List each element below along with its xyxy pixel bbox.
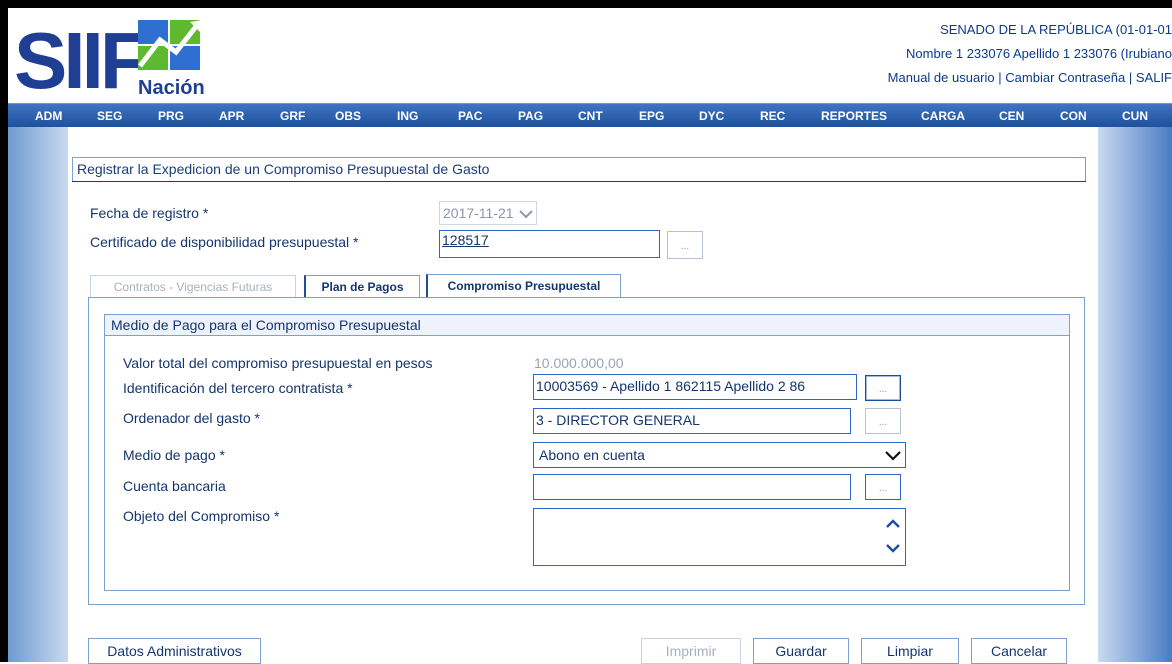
menu-item-prg[interactable]: PRG <box>158 104 184 128</box>
medio-value: Abono en cuenta <box>539 447 645 463</box>
ordenador-search-button: ... <box>865 408 901 434</box>
menu-item-obs[interactable]: OBS <box>335 104 361 128</box>
exit-link[interactable]: SALIF <box>1136 70 1172 85</box>
tab-contratos: Contratos - Vigencias Futuras <box>90 275 296 297</box>
scroll-down-icon[interactable] <box>886 543 900 553</box>
ordenador-input[interactable]: 3 - DIRECTOR GENERAL <box>533 408 851 434</box>
background-left <box>8 127 68 662</box>
cdp-input[interactable]: 128517 <box>439 230 660 258</box>
app-header: SIIF Nación SENADO DE LA REPÚBLICA (01-0… <box>8 8 1172 105</box>
cancelar-button[interactable]: Cancelar <box>971 638 1067 664</box>
medio-pago-title: Medio de Pago para el Compromiso Presupu… <box>111 317 421 333</box>
fecha-value: 2017-11-21 <box>443 205 514 221</box>
cuenta-search-button[interactable]: ... <box>865 474 901 500</box>
guardar-button[interactable]: Guardar <box>753 638 849 664</box>
siif-logo-graphic: SIIF Nación <box>14 16 205 105</box>
limpiar-button[interactable]: Limpiar <box>861 638 959 664</box>
menu-item-rec[interactable]: REC <box>760 104 785 128</box>
main-content: Registrar la Expedicion de un Compromiso… <box>68 127 1098 664</box>
tercero-value: 10003569 - Apellido 1 862115 Apellido 2 … <box>536 378 806 394</box>
menu-item-con[interactable]: CON <box>1060 104 1087 128</box>
fecha-select: 2017-11-21 <box>439 201 537 225</box>
form-title-box: Registrar la Expedicion de un Compromiso… <box>72 157 1086 182</box>
datos-administrativos-button[interactable]: Datos Administrativos <box>88 638 261 664</box>
medio-label: Medio de pago * <box>123 447 225 463</box>
ordenador-label: Ordenador del gasto * <box>123 410 260 426</box>
menu-item-cnt[interactable]: CNT <box>578 104 603 128</box>
change-password-link[interactable]: Cambiar Contraseña <box>1005 70 1125 85</box>
tercero-label: Identificación del tercero contratista * <box>123 380 353 396</box>
menu-item-apr[interactable]: APR <box>219 104 244 128</box>
menu-item-adm[interactable]: ADM <box>35 104 62 128</box>
svg-text:Nación: Nación <box>138 77 205 96</box>
chevron-down-icon <box>885 451 901 461</box>
valor-value: 10.000.000,00 <box>534 355 624 371</box>
menu-item-cun[interactable]: CUN <box>1122 104 1148 128</box>
window-frame-left <box>0 0 8 662</box>
title-underline <box>72 181 1086 182</box>
menu-item-cen[interactable]: CEN <box>999 104 1024 128</box>
background-right <box>1098 127 1172 662</box>
link-separator: | <box>998 70 1002 85</box>
menu-item-ing[interactable]: ING <box>397 104 418 128</box>
menu-item-seg[interactable]: SEG <box>97 104 122 128</box>
menu-item-grf[interactable]: GRF <box>280 104 305 128</box>
valor-label: Valor total del compromiso presupuestal … <box>123 355 433 371</box>
menu-item-pag[interactable]: PAG <box>518 104 543 128</box>
objeto-label: Objeto del Compromiso * <box>123 508 280 524</box>
cuenta-label: Cuenta bancaria <box>123 478 226 494</box>
siif-logo: SIIF Nación <box>14 16 224 105</box>
cdp-value: 128517 <box>442 232 489 248</box>
cuenta-input[interactable] <box>533 474 851 500</box>
medio-select[interactable]: Abono en cuenta <box>533 442 906 468</box>
medio-pago-header: Medio de Pago para el Compromiso Presupu… <box>104 314 1070 336</box>
imprimir-button: Imprimir <box>641 638 741 664</box>
svg-text:SIIF: SIIF <box>14 16 146 96</box>
user-name: Nombre 1 233076 Apellido 1 233076 (Irubi… <box>906 46 1172 61</box>
compromiso-panel: Medio de Pago para el Compromiso Presupu… <box>88 297 1085 605</box>
link-separator: | <box>1128 70 1133 85</box>
header-user-info: SENADO DE LA REPÚBLICA (01-01-01 Nombre … <box>888 18 1172 90</box>
tab-compromiso[interactable]: Compromiso Presupuestal <box>426 274 621 298</box>
ordenador-value: 3 - DIRECTOR GENERAL <box>536 412 700 428</box>
fecha-label: Fecha de registro * <box>90 205 209 221</box>
menu-item-dyc[interactable]: DYC <box>699 104 724 128</box>
chevron-down-icon <box>519 210 533 219</box>
objeto-textarea[interactable] <box>533 508 906 566</box>
cdp-search-button[interactable]: ... <box>667 231 703 259</box>
menu-item-epg[interactable]: EPG <box>639 104 664 128</box>
header-links: Manual de usuario | Cambiar Contraseña |… <box>888 66 1172 90</box>
cdp-label: Certificado de disponibilidad presupuest… <box>90 234 359 250</box>
tercero-search-button[interactable]: ... <box>865 375 901 401</box>
scroll-up-icon[interactable] <box>886 519 900 529</box>
tab-plan-de-pagos[interactable]: Plan de Pagos <box>304 275 420 297</box>
menu-item-carga[interactable]: CARGA <box>921 104 965 128</box>
page-title: Registrar la Expedicion de un Compromiso… <box>77 161 490 177</box>
menu-item-reportes[interactable]: REPORTES <box>821 104 887 128</box>
tercero-input[interactable]: 10003569 - Apellido 1 862115 Apellido 2 … <box>533 374 857 400</box>
manual-link[interactable]: Manual de usuario <box>888 70 995 85</box>
menu-item-pac[interactable]: PAC <box>458 104 482 128</box>
window-frame-top <box>0 0 1172 8</box>
entity-name: SENADO DE LA REPÚBLICA (01-01-01 <box>940 22 1172 37</box>
main-menu-bar: ADM SEG PRG APR GRF OBS ING PAC PAG CNT … <box>8 103 1172 128</box>
